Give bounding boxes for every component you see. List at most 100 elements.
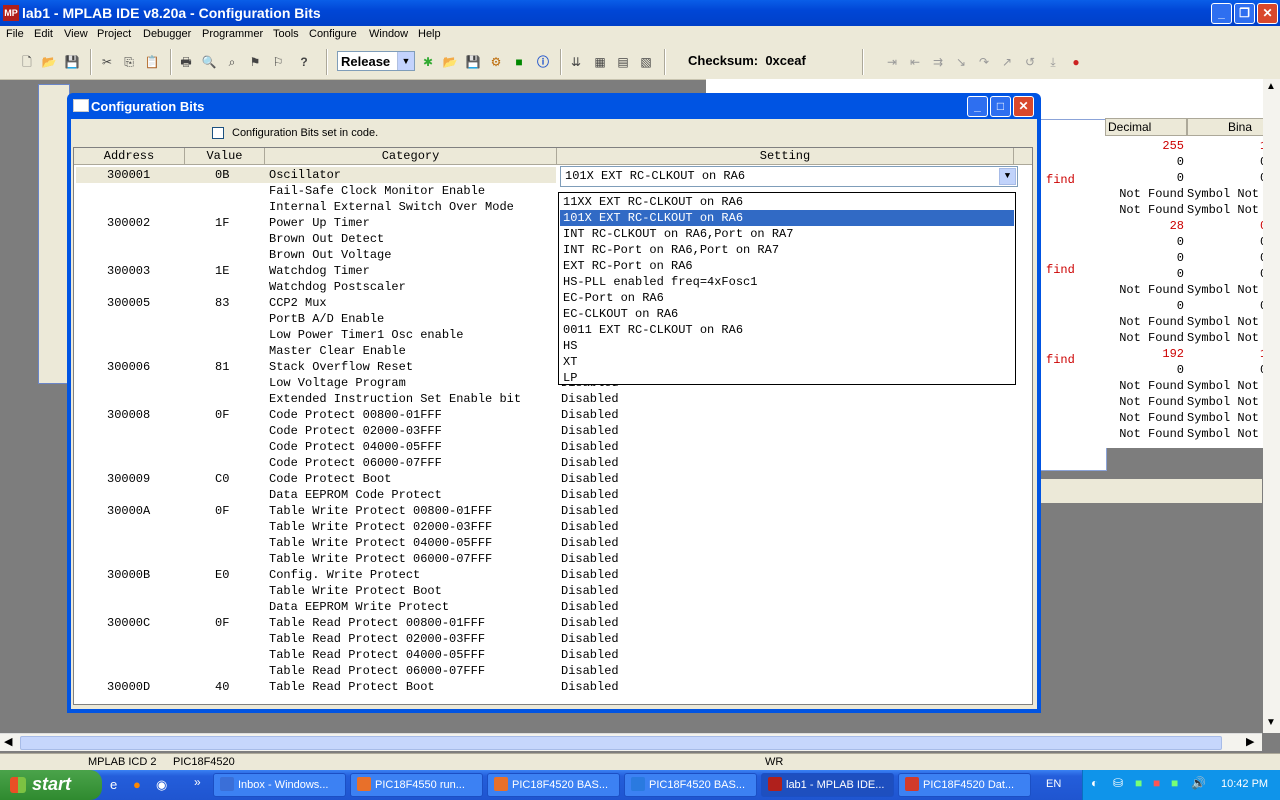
print-icon[interactable]: 🖶 (178, 54, 194, 70)
bookmark-next-icon[interactable]: ⚐ (270, 54, 286, 70)
config-row[interactable]: Code Protect 02000-03FFF Disabled (74, 423, 1032, 439)
taskbar-button[interactable]: PIC18F4520 BAS... (487, 773, 620, 797)
reset-icon[interactable]: ↺ (1022, 54, 1038, 70)
watch-row[interactable]: Not Found Symbol Not (1105, 330, 1280, 346)
oscillator-option[interactable]: LP (560, 370, 1014, 386)
save-workspace-icon[interactable]: 💾 (465, 54, 481, 70)
oscillator-option[interactable]: 101X EXT RC-CLKOUT on RA6 (560, 210, 1014, 226)
scroll-up-icon[interactable]: ▲ (1266, 81, 1276, 92)
column-header-value[interactable]: Value (185, 148, 265, 165)
disassembly-icon[interactable]: ▤ (615, 54, 631, 70)
watch-row[interactable]: Not Found Symbol Not (1105, 394, 1280, 410)
taskbar-button[interactable]: lab1 - MPLAB IDE... (761, 773, 894, 797)
config-row[interactable]: 30000B E0 Config. Write Protect Disabled (74, 567, 1032, 583)
taskbar-button[interactable]: Inbox - Windows... (213, 773, 346, 797)
scroll-left-icon[interactable]: ◀ (4, 735, 12, 748)
step-over-icon[interactable]: ↷ (976, 54, 992, 70)
background-source-window[interactable]: find find find (1040, 119, 1107, 471)
watch-row[interactable]: Not Found Symbol Not (1105, 410, 1280, 426)
taskbar-button[interactable]: PIC18F4520 Dat... (898, 773, 1031, 797)
new-project-icon[interactable]: ✱ (420, 54, 436, 70)
watch-window[interactable]: Decimal Bina 25511000000Not FoundSymbol … (1105, 118, 1280, 448)
paste-icon[interactable]: 📋 (144, 54, 160, 70)
scroll-down-icon[interactable]: ▼ (1266, 717, 1276, 728)
tray-network-icon[interactable]: ⛁ (1113, 776, 1123, 790)
config-row[interactable]: Extended Instruction Set Enable bit Disab… (74, 391, 1032, 407)
watch-row[interactable]: 2800 (1105, 218, 1280, 234)
menu-file[interactable]: File (6, 28, 24, 40)
config-row[interactable]: Table Write Protect 06000-07FFF Disabled (74, 551, 1032, 567)
config-row[interactable]: 300009 C0 Code Protect Boot Disabled (74, 471, 1032, 487)
column-header-category[interactable]: Category (265, 148, 557, 165)
watch-row[interactable]: Not Found Symbol Not (1105, 282, 1280, 298)
chevron-down-icon[interactable]: ▼ (397, 52, 414, 70)
run-icon[interactable]: ⇥ (884, 54, 900, 70)
save-icon[interactable]: 💾 (64, 54, 80, 70)
workspace-window[interactable] (38, 84, 70, 384)
config-row[interactable]: Table Write Protect 02000-03FFF Disabled (74, 519, 1032, 535)
vertical-scrollbar[interactable]: ▲ ▼ (1263, 79, 1280, 733)
menu-configure[interactable]: Configure (309, 28, 357, 40)
checksum-icon[interactable]: ▧ (638, 54, 654, 70)
config-row[interactable]: Code Protect 04000-05FFF Disabled (74, 439, 1032, 455)
quick-launch-more-icon[interactable]: » (194, 775, 201, 789)
step-out-icon[interactable]: ↗ (999, 54, 1015, 70)
oscillator-option[interactable]: INT RC-Port on RA6,Port on RA7 (560, 242, 1014, 258)
column-header-setting[interactable]: Setting (557, 148, 1014, 165)
horizontal-scrollbar[interactable]: ◀ ▶ (0, 733, 1262, 751)
watch-row[interactable]: 000 (1105, 362, 1280, 378)
watch-row[interactable]: 000 (1105, 170, 1280, 186)
cut-icon[interactable]: ✂ (99, 54, 115, 70)
find-in-files-icon[interactable]: ⌕ (224, 54, 240, 70)
open-project-icon[interactable]: 📂 (442, 54, 458, 70)
watch-row[interactable]: 000 (1105, 234, 1280, 250)
config-row[interactable]: Table Read Protect 06000-07FFF Disabled (74, 663, 1032, 679)
taskbar-button[interactable]: PIC18F4520 BAS... (624, 773, 757, 797)
config-row[interactable]: Table Read Protect 04000-05FFF Disabled (74, 647, 1032, 663)
maximize-button[interactable]: □ (990, 96, 1011, 117)
oscillator-option[interactable]: INT RC-CLKOUT on RA6,Port on RA7 (560, 226, 1014, 242)
taskbar-button[interactable]: PIC18F4550 run... (350, 773, 483, 797)
tray-app-icon[interactable]: ■ (1135, 776, 1142, 790)
breakpoints-icon[interactable]: ● (1068, 54, 1084, 70)
open-folder-icon[interactable]: 📂 (41, 54, 57, 70)
watch-row[interactable]: 000 (1105, 154, 1280, 170)
oscillator-option[interactable]: XT (560, 354, 1014, 370)
quick-launch-firefox-icon[interactable]: ● (133, 777, 141, 792)
column-header-address[interactable]: Address (74, 148, 185, 165)
config-row[interactable]: 30000A 0F Table Write Protect 00800-01FFF D… (74, 503, 1032, 519)
menu-project[interactable]: Project (97, 28, 131, 40)
info-icon[interactable]: ⓘ (535, 54, 551, 70)
bookmark-icon[interactable]: ⚑ (247, 54, 263, 70)
config-row[interactable]: Data EEPROM Write Protect Disabled (74, 599, 1032, 615)
watch-row[interactable]: Not Found Symbol Not (1105, 426, 1280, 442)
step-into-icon[interactable]: ↘ (953, 54, 969, 70)
config-row[interactable]: Table Write Protect Boot Disabled (74, 583, 1032, 599)
build-icon[interactable]: ⚙ (488, 54, 504, 70)
watch-row[interactable]: 000 (1105, 298, 1280, 314)
config-row[interactable]: Data EEPROM Code Protect Disabled (74, 487, 1032, 503)
tray-volume-icon[interactable]: 🔊 (1191, 776, 1206, 790)
watch-row[interactable]: 19211 (1105, 346, 1280, 362)
oscillator-option[interactable]: 11XX EXT RC-CLKOUT on RA6 (560, 194, 1014, 210)
oscillator-option[interactable]: EC-Port on RA6 (560, 290, 1014, 306)
menu-debugger[interactable]: Debugger (143, 28, 191, 40)
menu-window[interactable]: Window (369, 28, 408, 40)
menu-help[interactable]: Help (418, 28, 441, 40)
configuration-bits-title-bar[interactable]: Configuration Bits _ □ ✕ (67, 93, 1041, 119)
new-file-icon[interactable]: 🗋 (19, 54, 35, 70)
quick-launch-media-icon[interactable]: ◉ (156, 777, 167, 793)
oscillator-option[interactable]: EXT RC-Port on RA6 (560, 258, 1014, 274)
oscillator-options-list[interactable]: 11XX EXT RC-CLKOUT on RA6 101X EXT RC-CLK… (558, 192, 1016, 385)
close-button[interactable]: ✕ (1013, 96, 1034, 117)
menu-view[interactable]: View (64, 28, 88, 40)
minimize-button[interactable]: _ (1211, 3, 1232, 24)
menu-programmer[interactable]: Programmer (202, 28, 263, 40)
oscillator-option[interactable]: EC-CLKOUT on RA6 (560, 306, 1014, 322)
build-all-icon[interactable]: ■ (511, 54, 527, 70)
config-row[interactable]: 30000C 0F Table Read Protect 00800-01FFF Di… (74, 615, 1032, 631)
watch-row[interactable]: Not Found Symbol Not (1105, 314, 1280, 330)
minimize-button[interactable]: _ (967, 96, 988, 117)
tray-app-icon[interactable]: ■ (1171, 776, 1178, 790)
app-title-bar[interactable]: MP lab1 - MPLAB IDE v8.20a - Configurati… (0, 0, 1280, 26)
